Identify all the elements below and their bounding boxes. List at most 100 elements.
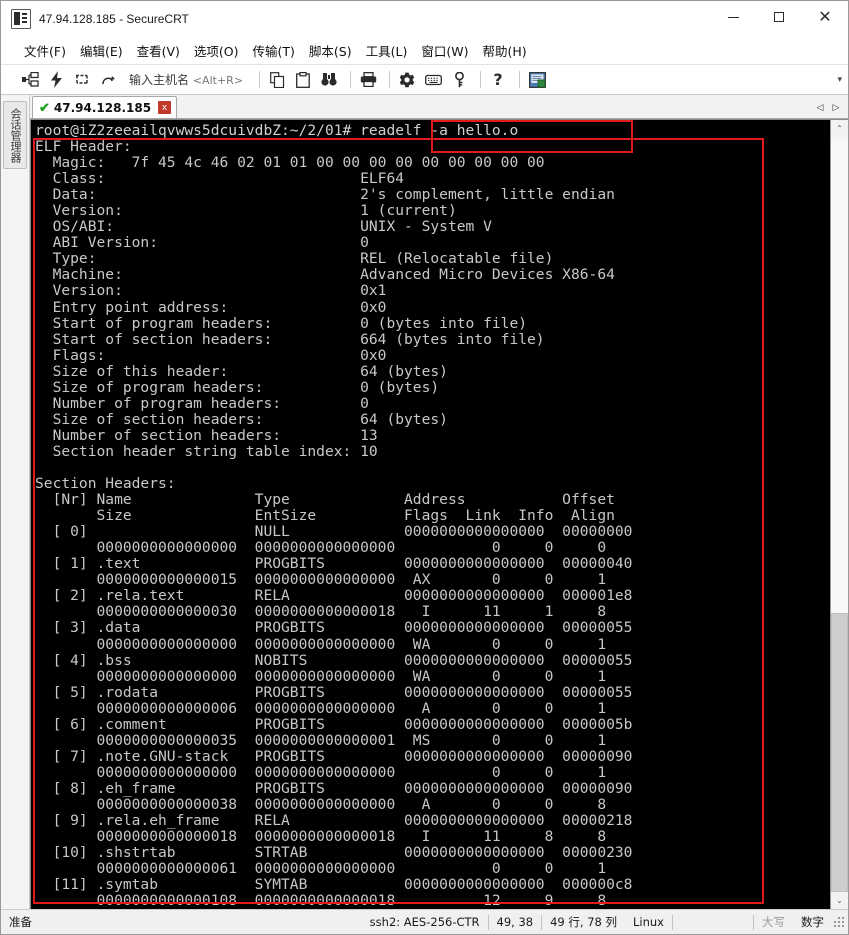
scrollbar-track[interactable] xyxy=(831,137,848,892)
terminal-line: ELF Header: xyxy=(35,138,132,156)
menu-options[interactable]: 选项(O) xyxy=(187,38,246,63)
terminal-prompt-line: root@iZ2zeeailqvwws5dcuivdbZ:~/2/01# rea… xyxy=(35,122,830,139)
menu-edit[interactable]: 编辑(E) xyxy=(73,38,130,63)
toolbar-separator-3 xyxy=(389,71,391,88)
tab-next-button[interactable]: ▷ xyxy=(828,99,844,115)
status-caps-lock: 大写 xyxy=(762,915,785,929)
terminal-line: [ 7] .note.GNU-stack PROGBITS 0000000000… xyxy=(35,747,633,765)
menu-help[interactable]: 帮助(H) xyxy=(475,38,533,63)
terminal-line: Size EntSize Flags Link Info Align xyxy=(35,507,615,525)
scroll-down-button[interactable]: ⌄ xyxy=(831,892,848,909)
terminal-line: [ 3] .data PROGBITS 0000000000000000 000… xyxy=(35,619,633,637)
status-cursor-position: 49, 38 xyxy=(496,915,534,929)
shell-command: readelf -a hello.o xyxy=(360,122,519,139)
terminal-line: [ 8] .eh_frame PROGBITS 0000000000000000… xyxy=(35,779,633,797)
terminal-line: Size of this header: 64 (bytes) xyxy=(35,362,448,380)
scrollbar-thumb[interactable] xyxy=(831,612,848,892)
terminal-line: [Nr] Name Type Address Offset xyxy=(35,491,615,509)
terminal-line: 0000000000000000 0000000000000000 WA 0 0… xyxy=(35,635,607,653)
close-button[interactable]: ✕ xyxy=(802,1,848,33)
terminal-line: [ 6] .comment PROGBITS 0000000000000000 … xyxy=(35,715,633,733)
help-icon[interactable]: ? xyxy=(487,69,509,91)
terminal-line: 0000000000000061 0000000000000000 0 0 1 xyxy=(35,860,607,878)
terminal-wrapper: root@iZ2zeeailqvwws5dcuivdbZ:~/2/01# rea… xyxy=(30,119,848,909)
terminal-line: Entry point address: 0x0 xyxy=(35,298,387,316)
reconnect-icon[interactable] xyxy=(71,69,93,91)
main-body: 会话管理器 ✔ 47.94.128.185 x ◁ ▷ root@iZ2zeea… xyxy=(1,95,848,909)
resize-grip[interactable] xyxy=(832,915,846,929)
terminal-line: ABI Version: 0 xyxy=(35,234,369,252)
terminal-line: Version: 0x1 xyxy=(35,282,387,300)
terminal-line: 0000000000000018 0000000000000018 I 11 8… xyxy=(35,828,607,846)
terminal-line: Number of section headers: 13 xyxy=(35,426,378,444)
terminal-line: [ 5] .rodata PROGBITS 0000000000000000 0… xyxy=(35,683,633,701)
terminal-scrollbar[interactable]: ⌃ ⌄ xyxy=(830,120,848,909)
terminal-line: 0000000000000038 0000000000000000 A 0 0 … xyxy=(35,795,607,813)
disconnect-icon[interactable] xyxy=(97,69,119,91)
terminal-line: [ 4] .bss NOBITS 0000000000000000 000000… xyxy=(35,651,633,669)
terminal-line: Machine: Advanced Micro Devices X86-64 xyxy=(35,266,615,284)
terminal-line: 0000000000000015 0000000000000000 AX 0 0… xyxy=(35,571,607,589)
terminal-output[interactable]: root@iZ2zeeailqvwws5dcuivdbZ:~/2/01# rea… xyxy=(31,120,830,909)
terminal-line: Start of program headers: 0 (bytes into … xyxy=(35,314,528,332)
terminal-line: Magic: 7f 45 4c 46 02 01 01 00 00 00 00 … xyxy=(35,154,545,172)
terminal-line: 0000000000000000 0000000000000000 0 0 1 xyxy=(35,763,607,781)
status-emulation: Linux xyxy=(633,915,664,929)
menu-tools[interactable]: 工具(L) xyxy=(359,38,415,63)
paste-icon[interactable] xyxy=(292,69,314,91)
minimize-icon xyxy=(727,16,739,18)
keyboard-icon[interactable] xyxy=(422,69,444,91)
terminal-line: [ 9] .rela.eh_frame RELA 000000000000000… xyxy=(35,812,633,830)
print-icon[interactable] xyxy=(357,69,379,91)
hostname-shortcut: <Alt+R> xyxy=(192,74,244,87)
maximize-icon xyxy=(774,12,784,22)
hostname-input[interactable]: 输入主机名 <Alt+R> xyxy=(129,71,243,88)
menu-file[interactable]: 文件(F) xyxy=(17,38,73,63)
status-num-lock: 数字 xyxy=(801,915,824,929)
quick-connect-icon[interactable] xyxy=(45,69,67,91)
title-bar: 47.94.128.185 - SecureCRT ✕ xyxy=(1,1,848,37)
scroll-up-button[interactable]: ⌃ xyxy=(831,120,848,137)
status-cipher: ssh2: AES-256-CTR xyxy=(369,915,480,929)
copy-icon[interactable] xyxy=(266,69,288,91)
securecrt-icon xyxy=(11,9,31,29)
terminal-line: Version: 1 (current) xyxy=(35,202,457,220)
terminal-line: Flags: 0x0 xyxy=(35,346,387,364)
svg-text:?: ? xyxy=(493,71,502,88)
status-blank xyxy=(673,910,753,934)
minimize-button[interactable] xyxy=(710,1,756,33)
arrange-windows-icon[interactable] xyxy=(526,69,548,91)
sidebar-tab-session-manager[interactable]: 会话管理器 xyxy=(3,101,27,169)
toolbar-separator-5 xyxy=(519,71,521,88)
status-ready: 准备 xyxy=(9,915,32,929)
hostname-label: 输入主机名 xyxy=(129,73,190,87)
status-bar: 准备 ssh2: AES-256-CTR 49, 38 49 行, 78 列 L… xyxy=(1,909,848,934)
close-icon: ✕ xyxy=(818,7,832,26)
terminal-line: Type: REL (Relocatable file) xyxy=(35,250,554,268)
new-session-icon[interactable] xyxy=(19,69,41,91)
menu-bar: 文件(F) 编辑(E) 查看(V) 选项(O) 传输(T) 脚本(S) 工具(L… xyxy=(1,37,848,65)
left-sidebar: 会话管理器 xyxy=(1,95,30,909)
connected-check-icon: ✔ xyxy=(39,100,50,115)
terminal-line: Data: 2's complement, little endian xyxy=(35,186,615,204)
terminal-line: 0000000000000006 0000000000000000 A 0 0 … xyxy=(35,699,607,717)
find-icon[interactable] xyxy=(318,69,340,91)
session-tab-close-icon[interactable]: x xyxy=(158,101,172,114)
securecrt-window: 47.94.128.185 - SecureCRT ✕ 文件(F) 编辑(E) … xyxy=(0,0,849,935)
session-tab-47-94-128-185[interactable]: ✔ 47.94.128.185 x xyxy=(32,96,178,118)
session-tab-label: 47.94.128.185 xyxy=(53,100,152,115)
menu-view[interactable]: 查看(V) xyxy=(130,38,187,63)
tab-prev-button[interactable]: ◁ xyxy=(812,99,828,115)
gear-icon[interactable] xyxy=(396,69,418,91)
menu-script[interactable]: 脚本(S) xyxy=(302,38,359,63)
session-area: ✔ 47.94.128.185 x ◁ ▷ root@iZ2zeeailqvww… xyxy=(30,95,848,909)
toolbar-overflow-button[interactable]: ▾ xyxy=(837,75,842,84)
status-dimensions: 49 行, 78 列 xyxy=(550,915,617,929)
menu-transfer[interactable]: 传输(T) xyxy=(246,38,302,63)
menu-window[interactable]: 窗口(W) xyxy=(414,38,475,63)
toolbar-separator-2 xyxy=(350,71,352,88)
terminal-line: Class: ELF64 xyxy=(35,170,405,188)
maximize-button[interactable] xyxy=(756,1,802,33)
key-icon[interactable] xyxy=(448,69,470,91)
